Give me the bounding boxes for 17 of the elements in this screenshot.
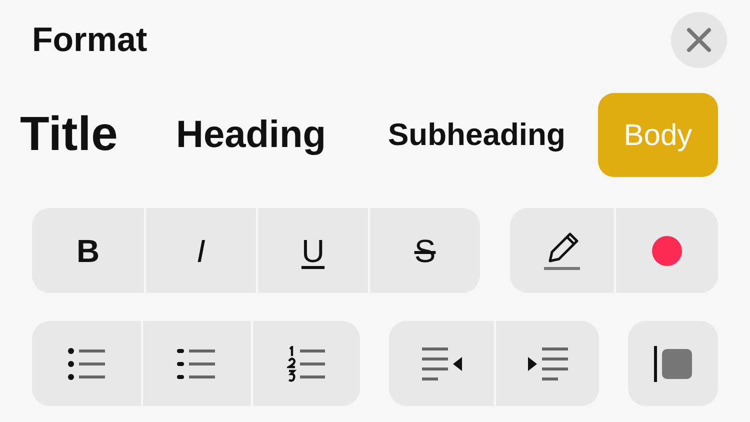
indent-button[interactable] bbox=[494, 321, 599, 406]
outdent-icon bbox=[420, 346, 464, 382]
dashed-list-icon bbox=[177, 346, 217, 380]
numbered-list-icon bbox=[286, 346, 326, 382]
strikethrough-button[interactable]: S bbox=[368, 208, 480, 293]
bulleted-list-icon bbox=[66, 346, 106, 380]
color-dot-icon bbox=[651, 234, 683, 266]
panel-title: Format bbox=[32, 20, 148, 60]
close-icon bbox=[686, 27, 712, 53]
block-quote-icon bbox=[653, 346, 693, 382]
text-style-option[interactable]: Subheading bbox=[388, 112, 598, 158]
pencil-icon bbox=[542, 230, 582, 270]
indent-icon bbox=[526, 346, 570, 382]
numbered-list-button[interactable] bbox=[251, 321, 360, 406]
text-style-option[interactable]: Title bbox=[20, 99, 176, 171]
text-style-option[interactable]: Heading bbox=[176, 106, 388, 164]
color-button[interactable] bbox=[614, 208, 718, 293]
